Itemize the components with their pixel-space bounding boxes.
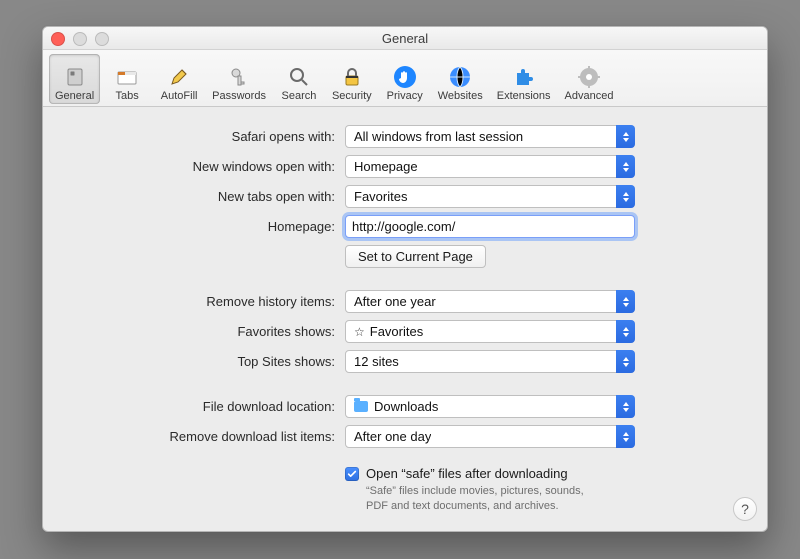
label-new-windows: New windows open with:	[193, 159, 335, 174]
safari-opens-select[interactable]: All windows from last session	[345, 125, 635, 148]
select-value: Downloads	[374, 399, 438, 414]
tab-label: Extensions	[497, 90, 551, 102]
select-value: Homepage	[354, 159, 418, 174]
switch-icon	[63, 65, 87, 89]
new-tabs-select[interactable]: Favorites	[345, 185, 635, 208]
close-icon[interactable]	[51, 32, 65, 46]
hand-icon	[393, 65, 417, 89]
label-remove-history: Remove history items:	[206, 294, 335, 309]
select-value: After one day	[354, 429, 431, 444]
tab-websites[interactable]: Websites	[432, 54, 489, 104]
chevron-updown-icon	[616, 395, 635, 418]
download-location-select[interactable]: Downloads	[345, 395, 635, 418]
tab-passwords[interactable]: Passwords	[206, 54, 272, 104]
set-current-page-button[interactable]: Set to Current Page	[345, 245, 486, 268]
label-homepage: Homepage:	[268, 219, 335, 234]
tab-security[interactable]: Security	[326, 54, 378, 104]
zoom-icon	[95, 32, 109, 46]
open-safe-files-text: Open “safe” files after downloading “Saf…	[366, 466, 606, 514]
key-icon	[227, 65, 251, 89]
select-value: All windows from last session	[354, 129, 523, 144]
gear-icon	[577, 65, 601, 89]
label-remove-downloads: Remove download list items:	[170, 429, 335, 444]
globe-icon	[448, 65, 472, 89]
label-download-loc: File download location:	[203, 399, 335, 414]
label-safari-opens: Safari opens with:	[232, 129, 335, 144]
select-value: After one year	[354, 294, 436, 309]
chevron-updown-icon	[616, 290, 635, 313]
tab-privacy[interactable]: Privacy	[380, 54, 430, 104]
checkbox-label: Open “safe” files after downloading	[366, 466, 606, 481]
tab-label: Tabs	[116, 90, 139, 102]
tab-label: AutoFill	[161, 90, 198, 102]
select-value: 12 sites	[354, 354, 399, 369]
tab-autofill[interactable]: AutoFill	[154, 54, 204, 104]
tab-label: Privacy	[387, 90, 423, 102]
tab-label: Passwords	[212, 90, 266, 102]
pencil-icon	[167, 65, 191, 89]
new-windows-select[interactable]: Homepage	[345, 155, 635, 178]
help-icon: ?	[741, 501, 749, 517]
chevron-updown-icon	[616, 350, 635, 373]
select-value: Favorites	[370, 324, 423, 339]
preferences-window: General General Tabs AutoFill Passwords	[42, 26, 768, 532]
tab-tabs[interactable]: Tabs	[102, 54, 152, 104]
label-top-sites: Top Sites shows:	[237, 354, 335, 369]
tab-label: Websites	[438, 90, 483, 102]
favorites-shows-select[interactable]: ☆ Favorites	[345, 320, 635, 343]
homepage-field[interactable]	[345, 215, 635, 238]
tab-label: Search	[282, 90, 317, 102]
body: Safari opens with: All windows from last…	[43, 107, 767, 531]
select-value: Favorites	[354, 189, 407, 204]
remove-downloads-select[interactable]: After one day	[345, 425, 635, 448]
help-button[interactable]: ?	[733, 497, 757, 521]
toolbar: General Tabs AutoFill Passwords Search	[43, 50, 767, 107]
puzzle-icon	[512, 65, 536, 89]
tab-general[interactable]: General	[49, 54, 100, 104]
chevron-updown-icon	[616, 185, 635, 208]
tabs-icon	[115, 65, 139, 89]
chevron-updown-icon	[616, 425, 635, 448]
chevron-updown-icon	[616, 125, 635, 148]
titlebar[interactable]: General	[43, 27, 767, 50]
chevron-updown-icon	[616, 320, 635, 343]
tab-advanced[interactable]: Advanced	[559, 54, 620, 104]
tab-extensions[interactable]: Extensions	[491, 54, 557, 104]
tab-label: Security	[332, 90, 372, 102]
minimize-icon	[73, 32, 87, 46]
top-sites-select[interactable]: 12 sites	[345, 350, 635, 373]
chevron-updown-icon	[616, 155, 635, 178]
tab-label: Advanced	[565, 90, 614, 102]
tab-label: General	[55, 90, 94, 102]
open-safe-files-checkbox[interactable]	[345, 467, 359, 481]
window-title: General	[382, 31, 428, 46]
tab-search[interactable]: Search	[274, 54, 324, 104]
label-favorites-shows: Favorites shows:	[237, 324, 335, 339]
search-icon	[287, 65, 311, 89]
remove-history-select[interactable]: After one year	[345, 290, 635, 313]
star-icon: ☆	[354, 325, 365, 339]
label-new-tabs: New tabs open with:	[218, 189, 335, 204]
folder-icon	[354, 401, 368, 412]
checkbox-description: “Safe” files include movies, pictures, s…	[366, 484, 606, 514]
lock-icon	[340, 65, 364, 89]
